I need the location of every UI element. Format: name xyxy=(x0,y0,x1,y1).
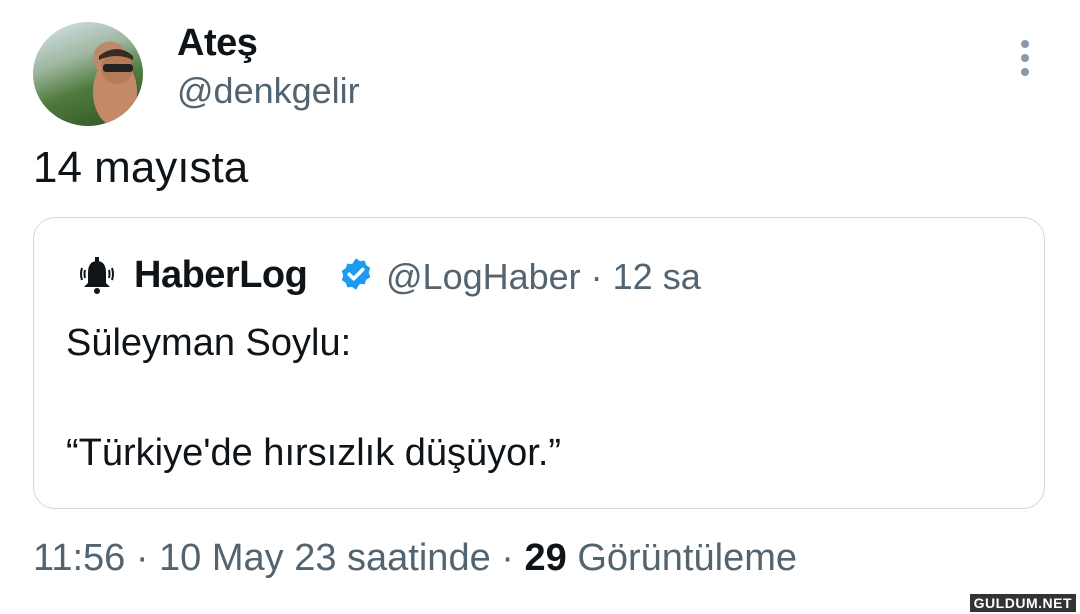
quoted-text-line: “Türkiye'de hırsızlık düşüyor.” xyxy=(66,432,562,474)
avatar-photo xyxy=(93,49,137,126)
views-label: Görüntüleme xyxy=(577,537,797,579)
user-handle[interactable]: @denkgelir xyxy=(177,70,360,112)
watermark: GULDUM.NET xyxy=(969,594,1076,612)
alarm-bell-icon xyxy=(80,257,114,294)
tweet-text: 14 mayısta xyxy=(33,143,249,192)
tweet-footer: 11:56 · 10 May 23 saatinde · 29 Görüntül… xyxy=(33,537,797,580)
more-vertical-icon[interactable] xyxy=(1014,40,1036,84)
quoted-user-name[interactable]: HaberLog xyxy=(134,254,308,297)
quoted-text-line: Süleyman Soylu: xyxy=(66,322,352,364)
verified-badge-icon xyxy=(341,258,371,290)
user-name[interactable]: Ateş xyxy=(177,22,258,65)
timestamp[interactable]: 11:56 · 10 May 23 saatinde · xyxy=(33,537,514,579)
view-count: 29 xyxy=(524,537,567,579)
avatar[interactable] xyxy=(33,22,143,126)
quoted-tweet[interactable]: HaberLog @LogHaber · 12 sa Süleyman Soyl… xyxy=(33,217,1045,509)
quoted-meta: @LogHaber · 12 sa xyxy=(386,256,701,297)
